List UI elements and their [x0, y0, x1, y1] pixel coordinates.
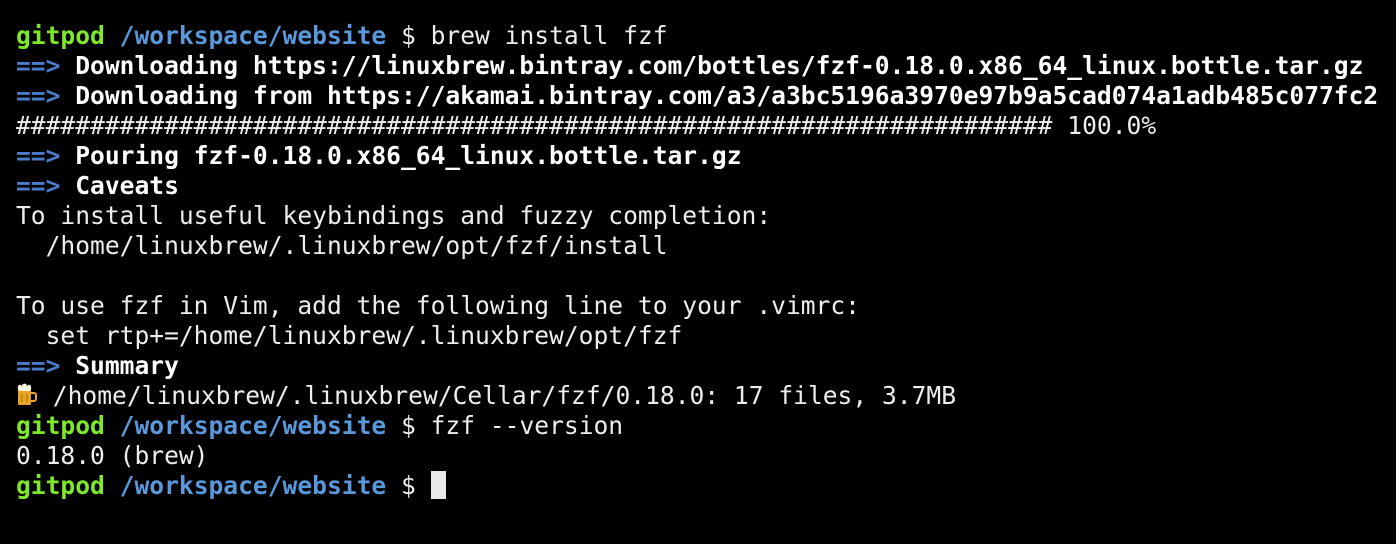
caveat-path: /home/linuxbrew/.linuxbrew/opt/fzf/insta…	[16, 231, 668, 260]
prompt-user: gitpod	[16, 21, 105, 50]
progress-bar: ########################################…	[16, 111, 1053, 140]
progress-percent: 100.0%	[1067, 111, 1157, 140]
arrow-marker: ==>	[16, 81, 61, 110]
prompt-path: /workspace/website	[119, 21, 387, 50]
prompt-line: gitpod /workspace/website $ fzf --versio…	[16, 411, 1396, 441]
arrow-marker: ==>	[16, 171, 61, 200]
output-line: ==> Pouring fzf-0.18.0.x86_64_linux.bott…	[16, 141, 1396, 171]
caveats-heading: Caveats	[75, 171, 179, 200]
arrow-marker: ==>	[16, 141, 61, 170]
download-line: Downloading https://linuxbrew.bintray.co…	[75, 51, 1364, 80]
output-line: set rtp+=/home/linuxbrew/.linuxbrew/opt/…	[16, 321, 1396, 351]
prompt-path: /workspace/website	[119, 471, 387, 500]
prompt-user: gitpod	[16, 471, 105, 500]
terminal-window[interactable]: gitpod /workspace/website $ brew install…	[0, 0, 1396, 544]
prompt-symbol: $	[401, 471, 416, 500]
caveat-text: To use fzf in Vim, add the following lin…	[16, 291, 860, 320]
output-line: To install useful keybindings and fuzzy …	[16, 201, 1396, 231]
download-from-line: Downloading from https://akamai.bintray.…	[75, 81, 1379, 110]
progress-line: ########################################…	[16, 111, 1396, 141]
output-line: 0.18.0 (brew)	[16, 441, 1396, 471]
arrow-marker: ==>	[16, 351, 61, 380]
arrow-marker: ==>	[16, 51, 61, 80]
prompt-user: gitpod	[16, 411, 105, 440]
output-line: ==> Caveats	[16, 171, 1396, 201]
prompt-path: /workspace/website	[119, 411, 387, 440]
prompt-line: gitpod /workspace/website $ brew install…	[16, 21, 1396, 51]
output-line: ==> Downloading from https://akamai.bint…	[16, 81, 1396, 111]
beer-mug-icon	[16, 383, 38, 411]
prompt-symbol: $	[401, 411, 416, 440]
output-line: ==> Downloading https://linuxbrew.bintra…	[16, 51, 1396, 81]
active-prompt-line[interactable]: gitpod /workspace/website $	[16, 471, 1396, 501]
summary-heading: Summary	[75, 351, 179, 380]
prompt-symbol: $	[401, 21, 416, 50]
command-text: fzf --version	[430, 411, 624, 440]
version-output: 0.18.0 (brew)	[16, 441, 209, 470]
output-line: ==> Summary	[16, 351, 1396, 381]
caveat-command: set rtp+=/home/linuxbrew/.linuxbrew/opt/…	[16, 321, 683, 350]
caveat-text: To install useful keybindings and fuzzy …	[16, 201, 772, 230]
output-line: To use fzf in Vim, add the following lin…	[16, 291, 1396, 321]
text-cursor[interactable]	[430, 471, 446, 499]
pouring-line: Pouring fzf-0.18.0.x86_64_linux.bottle.t…	[75, 141, 742, 170]
command-text: brew install fzf	[430, 21, 668, 50]
output-line: /home/linuxbrew/.linuxbrew/opt/fzf/insta…	[16, 231, 1396, 261]
output-line: /home/linuxbrew/.linuxbrew/Cellar/fzf/0.…	[16, 381, 1396, 411]
summary-detail: /home/linuxbrew/.linuxbrew/Cellar/fzf/0.…	[38, 381, 957, 410]
